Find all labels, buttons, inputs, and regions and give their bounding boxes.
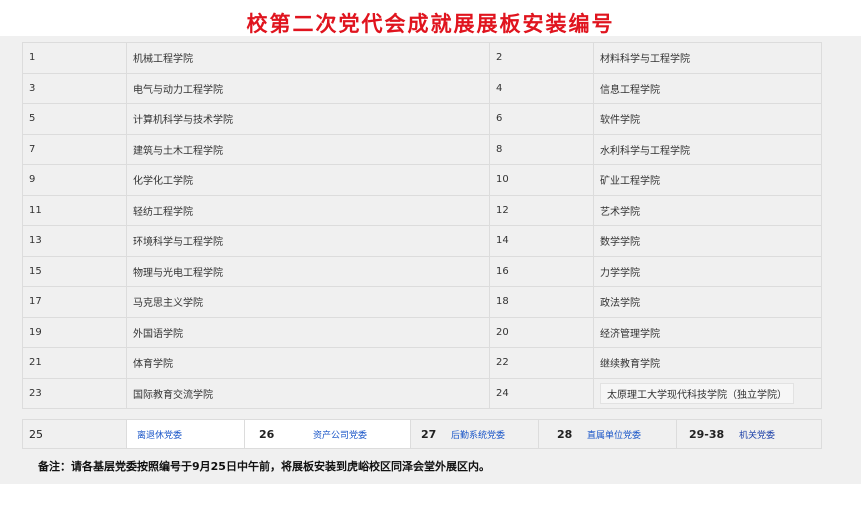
college-name-right: 软件学院: [593, 103, 822, 135]
bottom-cell-29-38: 29-38 机关党委: [677, 420, 821, 448]
college-name-right: 材料科学与工程学院: [593, 42, 822, 74]
college-name-right: 继续教育学院: [593, 347, 822, 379]
row-number-left: 23: [22, 377, 127, 409]
row-number-left: 7: [22, 133, 127, 165]
college-name-right: 太原理工大学现代科技学院（独立学院）: [593, 377, 822, 409]
bottom-num: 25: [29, 427, 43, 441]
row-number-right: 20: [489, 316, 594, 348]
college-name-right: 艺术学院: [593, 194, 822, 226]
college-name-text: 继续教育学院: [600, 359, 660, 371]
college-name-right: 矿业工程学院: [593, 164, 822, 196]
table-row: 5 计算机科学与技术学院 6 软件学院: [22, 103, 822, 135]
bottom-label: 后勤系统党委: [451, 430, 506, 441]
row-number-right: 14: [489, 225, 594, 257]
table-row: 21 体育学院 22 继续教育学院: [22, 347, 822, 379]
college-name-left: 机械工程学院: [126, 42, 490, 74]
college-name-text: 水利科学与工程学院: [600, 145, 690, 157]
row-number-left: 13: [22, 225, 127, 257]
row-number-left: 21: [22, 347, 127, 379]
row-number-right: 2: [489, 42, 594, 74]
row-number-right: 6: [489, 103, 594, 135]
bottom-cell-26: 26 资产公司党委: [245, 420, 411, 448]
bottom-cell-27: 27 后勤系统党委: [411, 420, 539, 448]
college-name-right: 信息工程学院: [593, 72, 822, 104]
table-row: 9 化学化工学院 10 矿业工程学院: [22, 164, 822, 196]
row-number-left: 5: [22, 103, 127, 135]
table-row: 7 建筑与土木工程学院 8 水利科学与工程学院: [22, 133, 822, 165]
table-row: 23 国际教育交流学院 24 太原理工大学现代科技学院（独立学院）: [22, 377, 822, 409]
table-row: 19 外国语学院 20 经济管理学院: [22, 316, 822, 348]
row-number-left: 9: [22, 164, 127, 196]
college-name-left: 化学化工学院: [126, 164, 490, 196]
row-number-left: 15: [22, 255, 127, 287]
college-name-left: 马克思主义学院: [126, 286, 490, 318]
college-name-left: 建筑与土木工程学院: [126, 133, 490, 165]
college-name-text: 材料科学与工程学院: [600, 54, 690, 66]
footnote: 备注：请各基层党委按照编号于9月25日中午前，将展板安装到虎峪校区同泽会堂外展区…: [38, 460, 490, 473]
college-name-right: 数学学院: [593, 225, 822, 257]
college-name-text: 信息工程学院: [600, 84, 660, 96]
table-row: 13 环境科学与工程学院 14 数学学院: [22, 225, 822, 257]
row-number-right: 12: [489, 194, 594, 226]
college-name-text: 艺术学院: [600, 206, 640, 218]
page-title: 校第二次党代会成就展展板安装编号: [246, 12, 615, 36]
row-number-left: 3: [22, 72, 127, 104]
college-name-text: 力学学院: [600, 267, 640, 279]
college-name-text: 政法学院: [600, 298, 640, 310]
bottom-num: 27: [421, 427, 437, 441]
table-row: 11 轻纺工程学院 12 艺术学院: [22, 194, 822, 226]
college-name-left: 体育学院: [126, 347, 490, 379]
row-number-right: 24: [489, 377, 594, 409]
row-number-right: 8: [489, 133, 594, 165]
college-name-badge: 太原理工大学现代科技学院（独立学院）: [600, 382, 794, 404]
college-name-left: 轻纺工程学院: [126, 194, 490, 226]
college-name-right: 经济管理学院: [593, 316, 822, 348]
row-number-right: 4: [489, 72, 594, 104]
college-name-left: 外国语学院: [126, 316, 490, 348]
bottom-label: 离退休党委: [137, 430, 183, 441]
row-number-left: 17: [22, 286, 127, 318]
row-number-right: 10: [489, 164, 594, 196]
college-name-right: 水利科学与工程学院: [593, 133, 822, 165]
row-number-left: 19: [22, 316, 127, 348]
bottom-num: 26: [259, 427, 275, 441]
college-name-text: 经济管理学院: [600, 328, 660, 340]
college-name-left: 国际教育交流学院: [126, 377, 490, 409]
row-number-right: 16: [489, 255, 594, 287]
bottom-cell-25-num: 25: [23, 420, 127, 448]
college-name-left: 电气与动力工程学院: [126, 72, 490, 104]
college-name-text: 软件学院: [600, 115, 640, 127]
table-row: 1 机械工程学院 2 材料科学与工程学院: [22, 42, 822, 74]
table-row: 17 马克思主义学院 18 政法学院: [22, 286, 822, 318]
table-row: 3 电气与动力工程学院 4 信息工程学院: [22, 72, 822, 104]
bottom-label: 资产公司党委: [313, 430, 368, 441]
college-name-left: 环境科学与工程学院: [126, 225, 490, 257]
college-name-right: 力学学院: [593, 255, 822, 287]
bottom-num: 29-38: [689, 427, 725, 441]
assignment-table: 1 机械工程学院 2 材料科学与工程学院 3 电气与动力工程学院 4 信息工程学院 5 计算机科学…: [22, 42, 822, 409]
row-number-right: 18: [489, 286, 594, 318]
college-name-left: 计算机科学与技术学院: [126, 103, 490, 135]
bottom-cell-28: 28 直属单位党委: [539, 420, 677, 448]
college-name-left: 物理与光电工程学院: [126, 255, 490, 287]
row-number-left: 11: [22, 194, 127, 226]
row-number-right: 22: [489, 347, 594, 379]
college-name-right: 政法学院: [593, 286, 822, 318]
bottom-label: 机关党委: [739, 430, 776, 441]
bottom-label: 直属单位党委: [587, 430, 642, 441]
bottom-row: 25 离退休党委 26 资产公司党委 27 后勤系统党委 28 直属单位党委 2…: [22, 419, 822, 449]
college-name-text: 数学学院: [600, 237, 640, 249]
bottom-num: 28: [557, 427, 573, 441]
table-row: 15 物理与光电工程学院 16 力学学院: [22, 255, 822, 287]
row-number-left: 1: [22, 42, 127, 74]
college-name-text: 矿业工程学院: [600, 176, 660, 188]
bottom-cell-25-label: 离退休党委: [127, 420, 245, 448]
